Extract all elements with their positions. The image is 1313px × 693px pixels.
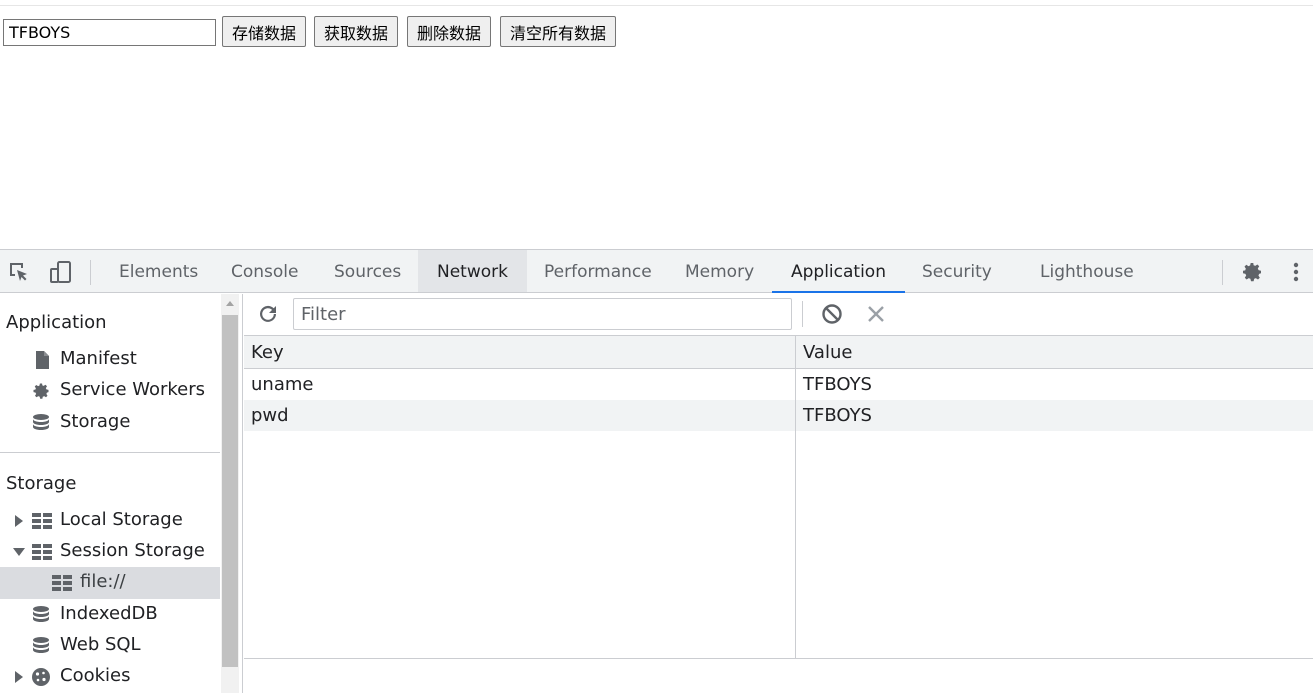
grid-bottom-border bbox=[244, 658, 1313, 659]
sidebar-item-label: Service Workers bbox=[60, 379, 206, 400]
page-top-divider bbox=[0, 5, 1313, 6]
tab-application[interactable]: Application bbox=[772, 250, 905, 293]
row-value: TFBOYS bbox=[803, 405, 872, 426]
sidebar-item-session-storage[interactable]: Session Storage bbox=[0, 536, 220, 567]
sidebar-item-label: Storage bbox=[60, 411, 131, 432]
table-row[interactable]: uname TFBOYS bbox=[244, 369, 1313, 400]
toolbar-separator bbox=[802, 301, 803, 327]
grid-header: Key Value bbox=[244, 336, 1313, 369]
clear-all-data-button[interactable]: 清空所有数据 bbox=[500, 16, 617, 47]
sidebar-item-local-storage[interactable]: Local Storage bbox=[0, 505, 220, 536]
devtools-tabbar: Elements Console Sources Network Perform… bbox=[0, 250, 1313, 293]
tab-elements[interactable]: Elements bbox=[100, 250, 217, 292]
column-header-value[interactable]: Value bbox=[803, 342, 852, 363]
table-icon bbox=[32, 542, 52, 562]
application-sidebar: Application Manifest Service Workers Sto… bbox=[0, 294, 243, 693]
tab-security[interactable]: Security bbox=[903, 250, 1011, 292]
more-options-icon[interactable] bbox=[1284, 260, 1308, 284]
sidebar-item-service-workers[interactable]: Service Workers bbox=[0, 375, 220, 406]
row-key: pwd bbox=[251, 405, 289, 426]
get-data-button[interactable]: 获取数据 bbox=[314, 16, 399, 47]
save-data-button[interactable]: 存储数据 bbox=[222, 16, 307, 47]
database-icon bbox=[31, 413, 51, 433]
tab-console[interactable]: Console bbox=[212, 250, 318, 292]
remove-data-button[interactable]: 删除数据 bbox=[407, 16, 492, 47]
tab-memory[interactable]: Memory bbox=[666, 250, 773, 292]
inspect-element-icon[interactable] bbox=[7, 260, 31, 284]
session-storage-panel: Key Value uname TFBOYS pwd TFBOYS bbox=[244, 294, 1313, 693]
sidebar-item-label: IndexedDB bbox=[60, 603, 158, 624]
sidebar-item-cookies[interactable]: Cookies bbox=[0, 661, 220, 692]
sidebar-item-manifest[interactable]: Manifest bbox=[0, 344, 220, 375]
sidebar-item-label: Web SQL bbox=[60, 634, 141, 655]
refresh-icon[interactable] bbox=[256, 302, 280, 326]
cookie-icon bbox=[31, 667, 51, 687]
sidebar-item-storage-overview[interactable]: Storage bbox=[0, 407, 220, 438]
storage-toolbar bbox=[244, 294, 1313, 336]
file-icon bbox=[32, 350, 52, 370]
expand-arrow-icon[interactable] bbox=[15, 515, 23, 527]
sidebar-section-application: Application bbox=[6, 312, 107, 333]
tabbar-separator bbox=[90, 260, 91, 285]
tabbar-separator-right bbox=[1222, 260, 1223, 285]
scroll-up-arrow-icon[interactable] bbox=[226, 301, 234, 306]
devtools-panel: Elements Console Sources Network Perform… bbox=[0, 249, 1313, 693]
database-icon bbox=[31, 605, 51, 625]
database-icon bbox=[31, 636, 51, 656]
tab-network[interactable]: Network bbox=[418, 250, 527, 292]
sidebar-item-session-file[interactable]: file:// bbox=[0, 567, 220, 599]
row-key: uname bbox=[251, 374, 314, 395]
data-input[interactable] bbox=[3, 19, 216, 46]
settings-gear-icon[interactable] bbox=[1240, 260, 1264, 284]
sidebar-item-web-sql[interactable]: Web SQL bbox=[0, 630, 220, 661]
expand-arrow-icon[interactable] bbox=[15, 671, 23, 683]
tab-performance[interactable]: Performance bbox=[525, 250, 671, 292]
device-toggle-icon[interactable] bbox=[49, 260, 73, 284]
column-header-key[interactable]: Key bbox=[251, 342, 284, 363]
delete-selected-icon[interactable] bbox=[864, 302, 888, 326]
collapse-arrow-icon[interactable] bbox=[13, 548, 25, 556]
sidebar-scrollbar-thumb[interactable] bbox=[222, 315, 238, 667]
table-row[interactable]: pwd TFBOYS bbox=[244, 400, 1313, 431]
key-value-grid: Key Value uname TFBOYS pwd TFBOYS bbox=[244, 336, 1313, 659]
column-divider[interactable] bbox=[795, 336, 796, 659]
tab-lighthouse[interactable]: Lighthouse bbox=[1021, 250, 1153, 292]
sidebar-item-label: Cookies bbox=[60, 665, 131, 686]
sidebar-item-label: Session Storage bbox=[60, 540, 205, 561]
sidebar-item-label: Manifest bbox=[60, 348, 137, 369]
clear-all-icon[interactable] bbox=[820, 302, 844, 326]
sidebar-item-label: file:// bbox=[80, 571, 126, 592]
row-value: TFBOYS bbox=[803, 374, 872, 395]
gear-icon bbox=[31, 381, 51, 401]
table-icon bbox=[32, 511, 52, 531]
sidebar-section-storage: Storage bbox=[6, 473, 77, 494]
tab-sources[interactable]: Sources bbox=[315, 250, 420, 292]
sidebar-item-indexeddb[interactable]: IndexedDB bbox=[0, 599, 220, 630]
sidebar-divider bbox=[0, 452, 220, 453]
sidebar-item-label: Local Storage bbox=[60, 509, 183, 530]
filter-input[interactable] bbox=[293, 298, 792, 330]
table-icon bbox=[52, 573, 72, 593]
page-viewport: 存储数据 获取数据 删除数据 清空所有数据 bbox=[0, 0, 1313, 249]
